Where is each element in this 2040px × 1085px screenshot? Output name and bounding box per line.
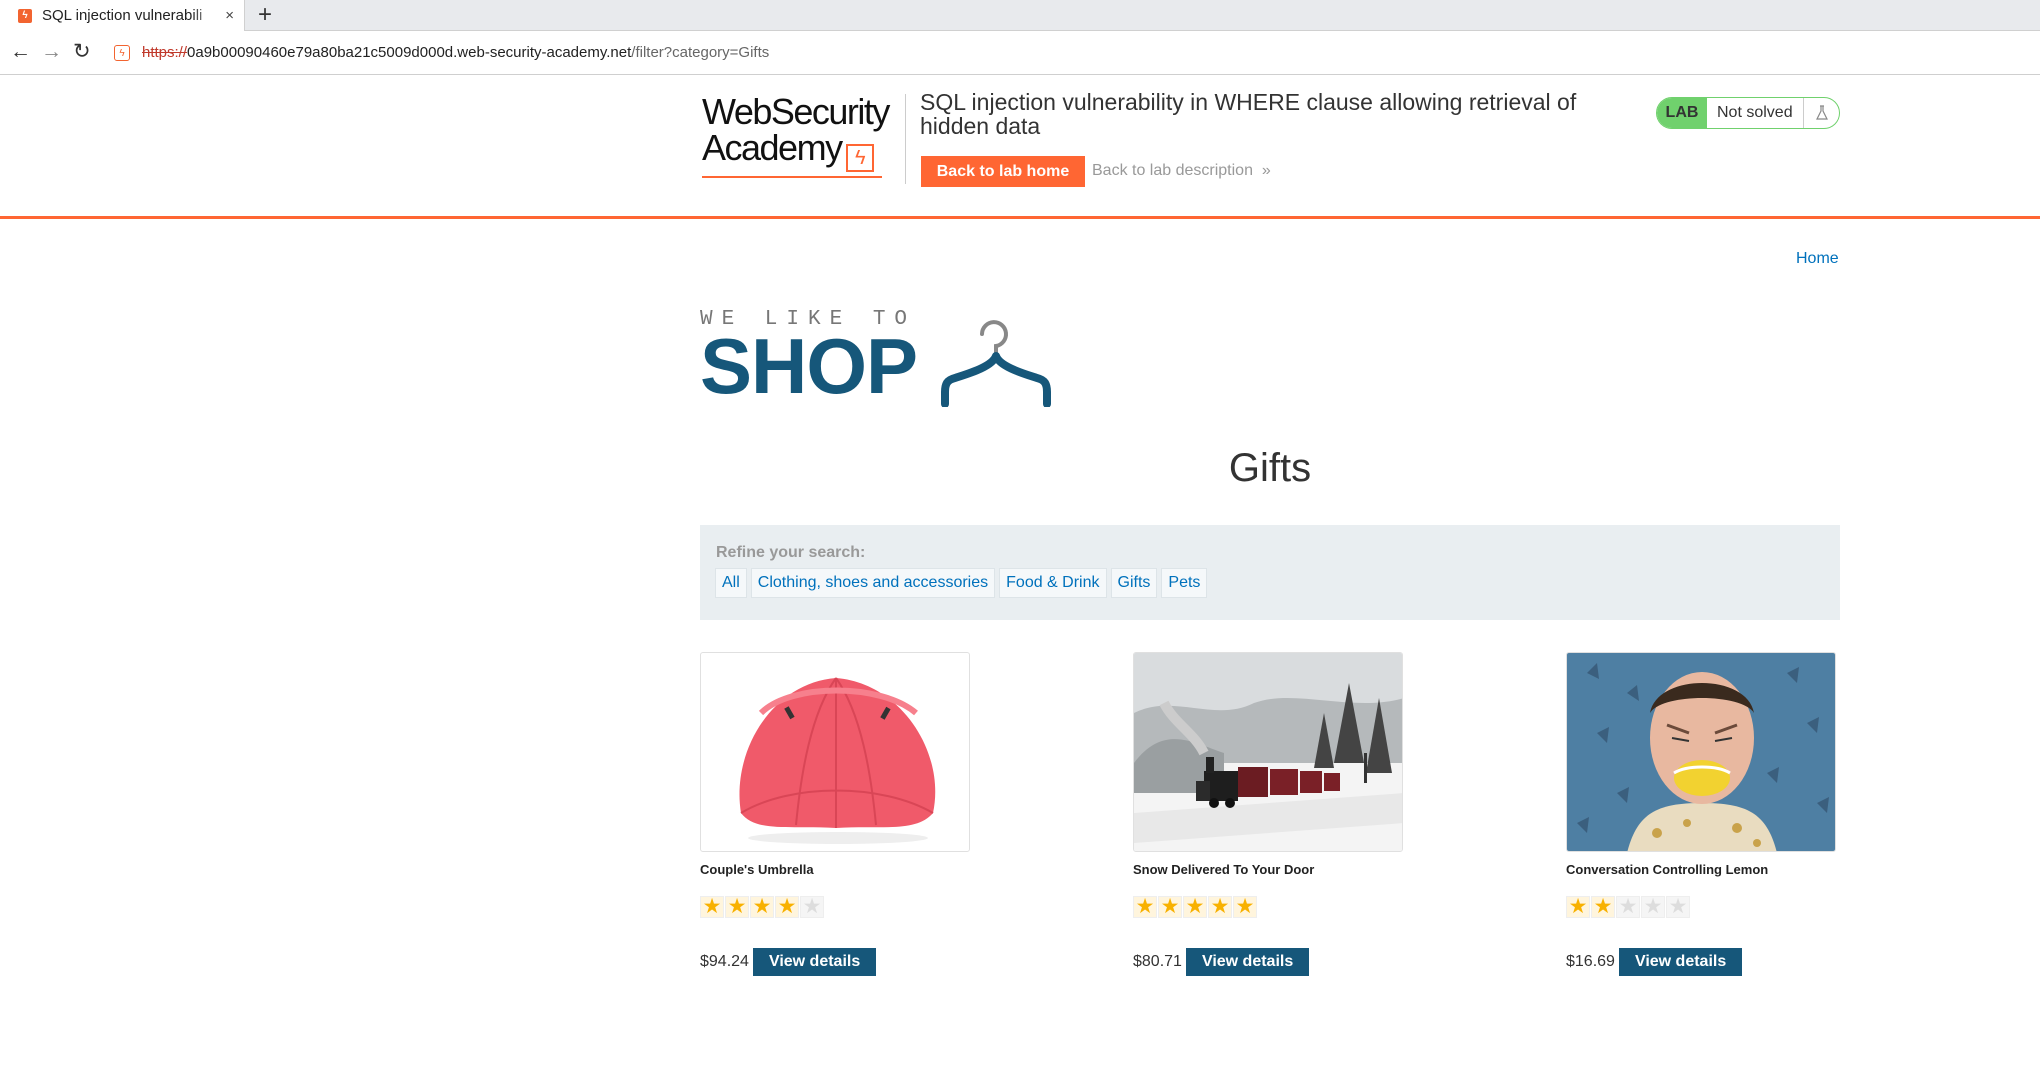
refine-label: Refine your search: [716,544,866,561]
new-tab-button[interactable]: + [258,2,272,28]
product-card: Conversation Controlling Lemon ★ ★ ★ ★ ★ $16… [1566,652,1838,976]
url-host: 0a9b00090460e79a80ba21c5009d000d.web-sec… [187,44,632,61]
star-filled-icon: ★ [1566,896,1590,918]
lab-status-text: Not solved [1717,104,1793,121]
back-desc-label: Back to lab description [1092,162,1253,179]
category-filters: All Clothing, shoes and accessories Food… [715,568,1208,598]
product-image-lemon[interactable] [1566,652,1836,852]
forward-arrow-icon[interactable]: → [41,40,62,64]
filter-all[interactable]: All [715,568,747,598]
ws-logo-icon: ϟ [18,8,32,23]
star-filled-icon: ★ [700,896,724,918]
back-arrow-icon[interactable]: ← [10,40,31,64]
url-field[interactable]: https://0a9b00090460e79a80ba21c5009d000d… [142,44,769,61]
filter-clothing[interactable]: Clothing, shoes and accessories [750,568,996,598]
logo-underline [702,176,882,178]
home-link[interactable]: Home [1796,250,1839,268]
filter-pets[interactable]: Pets [1161,568,1208,598]
filter-food-drink[interactable]: Food & Drink [999,568,1107,598]
star-rating: ★ ★ ★ ★ ★ [1133,896,1405,918]
product-price: $16.69 [1566,953,1615,970]
star-filled-icon: ★ [1183,896,1207,918]
address-bar: ← → ↻ ϟ https://0a9b00090460e79a80ba21c5… [0,31,2040,75]
product-name: Couple's Umbrella [700,862,814,877]
back-to-lab-home-button[interactable]: Back to lab home [921,156,1085,187]
web-security-academy-logo[interactable]: WebSecurity Academy ϟ [702,94,902,178]
filter-gifts[interactable]: Gifts [1110,568,1158,598]
refine-search-panel: Refine your search: All Clothing, shoes … [700,525,1840,620]
star-empty-icon: ★ [1616,896,1640,918]
star-empty-icon: ★ [800,896,824,918]
product-image-snow-train[interactable] [1133,652,1403,852]
star-rating: ★ ★ ★ ★ ★ [700,896,972,918]
star-filled-icon: ★ [775,896,799,918]
lab-status-widget: LAB Not solved [1656,97,1840,129]
product-card: Couple's Umbrella ★ ★ ★ ★ ★ $94.24 View deta… [700,652,972,976]
reload-icon[interactable]: ↻ [73,40,91,64]
star-empty-icon: ★ [1641,896,1665,918]
product-card: Snow Delivered To Your Door ★ ★ ★ ★ ★ $80.71… [1133,652,1405,976]
category-heading: Gifts [1228,446,1312,490]
lab-title: SQL injection vulnerability in WHERE cla… [920,89,1577,139]
view-details-button[interactable]: View details [1185,948,1310,976]
flask-icon [1803,98,1839,128]
product-name: Conversation Controlling Lemon [1566,862,1769,877]
star-rating: ★ ★ ★ ★ ★ [1566,896,1838,918]
site-security-icon[interactable]: ϟ [114,45,130,61]
star-filled-icon: ★ [1158,896,1182,918]
star-filled-icon: ★ [1208,896,1232,918]
star-filled-icon: ★ [1233,896,1257,918]
browser-tab-bar: ϟ SQL injection vulnerabili × + [0,0,2040,31]
double-chevron-right-icon: » [1257,162,1271,179]
view-details-button[interactable]: View details [752,948,877,976]
back-to-lab-description-link[interactable]: Back to lab description » [1092,162,1271,180]
bolt-icon: ϟ [845,144,874,172]
hanger-icon [941,320,1051,407]
logo-line-2: Academy [702,127,843,168]
logo-line-1: WebSecurity [702,91,890,132]
star-filled-icon: ★ [1591,896,1615,918]
tab-title: SQL injection vulnerabili [42,7,203,24]
star-filled-icon: ★ [725,896,749,918]
view-details-button[interactable]: View details [1618,948,1743,976]
product-price: $80.71 [1133,953,1182,970]
lab-header: WebSecurity Academy ϟ SQL injection vulne… [0,76,2040,219]
star-filled-icon: ★ [750,896,774,918]
product-image-umbrella[interactable] [700,652,970,852]
shop-logo: WE LIKE TO SHOP [700,308,1060,408]
product-name: Snow Delivered To Your Door [1133,862,1315,877]
browser-tab[interactable]: ϟ SQL injection vulnerabili × [0,0,245,31]
url-scheme: https:// [142,44,188,61]
header-divider [905,94,906,184]
star-filled-icon: ★ [1133,896,1157,918]
lab-tag: LAB [1657,98,1707,128]
url-path: /filter?category=Gifts [631,44,770,61]
star-empty-icon: ★ [1666,896,1690,918]
close-tab-icon[interactable]: × [225,7,234,24]
product-price: $94.24 [700,953,749,970]
